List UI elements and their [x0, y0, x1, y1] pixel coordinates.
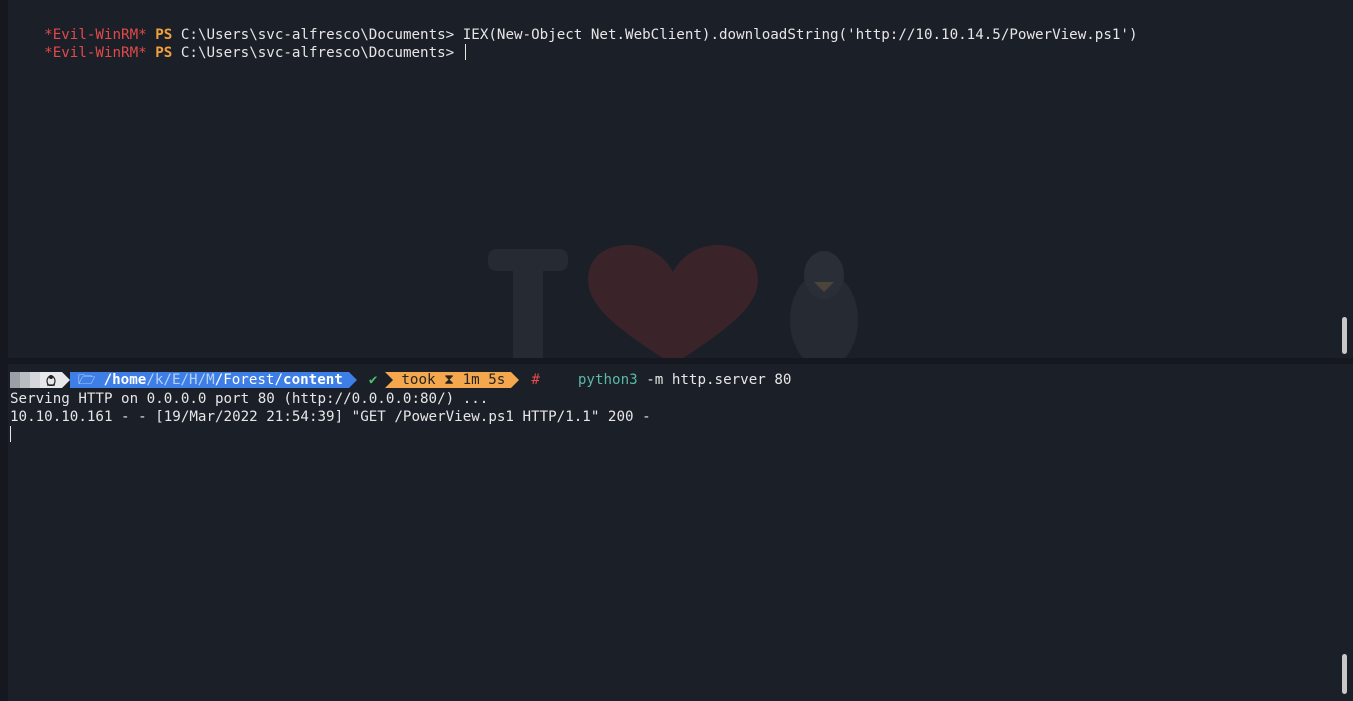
path-segment: /H — [180, 372, 198, 388]
shell-prompt: 🗁 /home/k/E/H/M/Forest/content ✔ took ⧗ 1… — [10, 372, 791, 388]
ps-label: PS — [155, 45, 173, 61]
folder-icon: 🗁 — [78, 372, 96, 388]
wallpaper-logo — [488, 245, 858, 358]
winrm-prefix: *Evil-WinRM* — [44, 45, 147, 61]
output-line: Serving HTTP on 0.0.0.0 port 80 (http://… — [10, 391, 489, 407]
status-ok-icon: ✔ — [368, 372, 378, 388]
command-line: python3 -m http.server 80 — [540, 372, 792, 388]
prompt-fade — [30, 372, 40, 388]
path-segment: /k — [146, 372, 164, 388]
terminal-line: *Evil-WinRM* PS C:\Users\svc-alfresco\Do… — [10, 8, 1137, 43]
path-segment: /Forest/ — [214, 372, 284, 388]
command-args: -m http.server 80 — [637, 372, 792, 388]
scrollbar-bottom[interactable] — [1342, 654, 1347, 694]
command-text: C:\Users\svc-alfresco\Documents> — [180, 45, 463, 61]
took-segment: took ⧗ 1m 5s — [393, 372, 512, 388]
path-last: content — [283, 372, 343, 388]
scrollbar-top[interactable] — [1342, 317, 1347, 354]
prompt-fade — [20, 372, 30, 388]
prompt-separator — [511, 372, 520, 388]
path-segment: /M — [197, 372, 215, 388]
prompt-fade — [10, 372, 20, 388]
terminal-pane-bottom[interactable]: 🗁 /home/k/E/H/M/Forest/content ✔ took ⧗ 1… — [0, 364, 1353, 701]
terminal-line: *Evil-WinRM* PS C:\Users\svc-alfresco\Do… — [10, 26, 466, 61]
prompt-separator — [348, 372, 357, 388]
penguin-icon — [40, 372, 62, 388]
root-symbol: # — [531, 372, 540, 388]
text-cursor — [464, 44, 466, 60]
hourglass-icon: ⧗ — [444, 372, 455, 388]
logo-heart — [588, 245, 758, 358]
path-root: /home — [103, 372, 147, 388]
path-segment: /E — [163, 372, 181, 388]
prompt-separator — [385, 372, 394, 388]
took-value: 1m 5s — [462, 372, 506, 388]
prompt-separator — [62, 372, 70, 388]
command-program: python3 — [577, 372, 638, 388]
took-label: took — [401, 372, 436, 388]
logo-i-stem — [513, 260, 543, 358]
text-cursor — [10, 426, 11, 442]
prompt-path: 🗁 /home/k/E/H/M/Forest/content — [70, 372, 349, 388]
terminal-pane-top[interactable]: *Evil-WinRM* PS C:\Users\svc-alfresco\Do… — [0, 0, 1353, 358]
input-line[interactable] — [10, 426, 11, 444]
output-line: 10.10.10.161 - - [19/Mar/2022 21:54:39] … — [10, 409, 651, 425]
